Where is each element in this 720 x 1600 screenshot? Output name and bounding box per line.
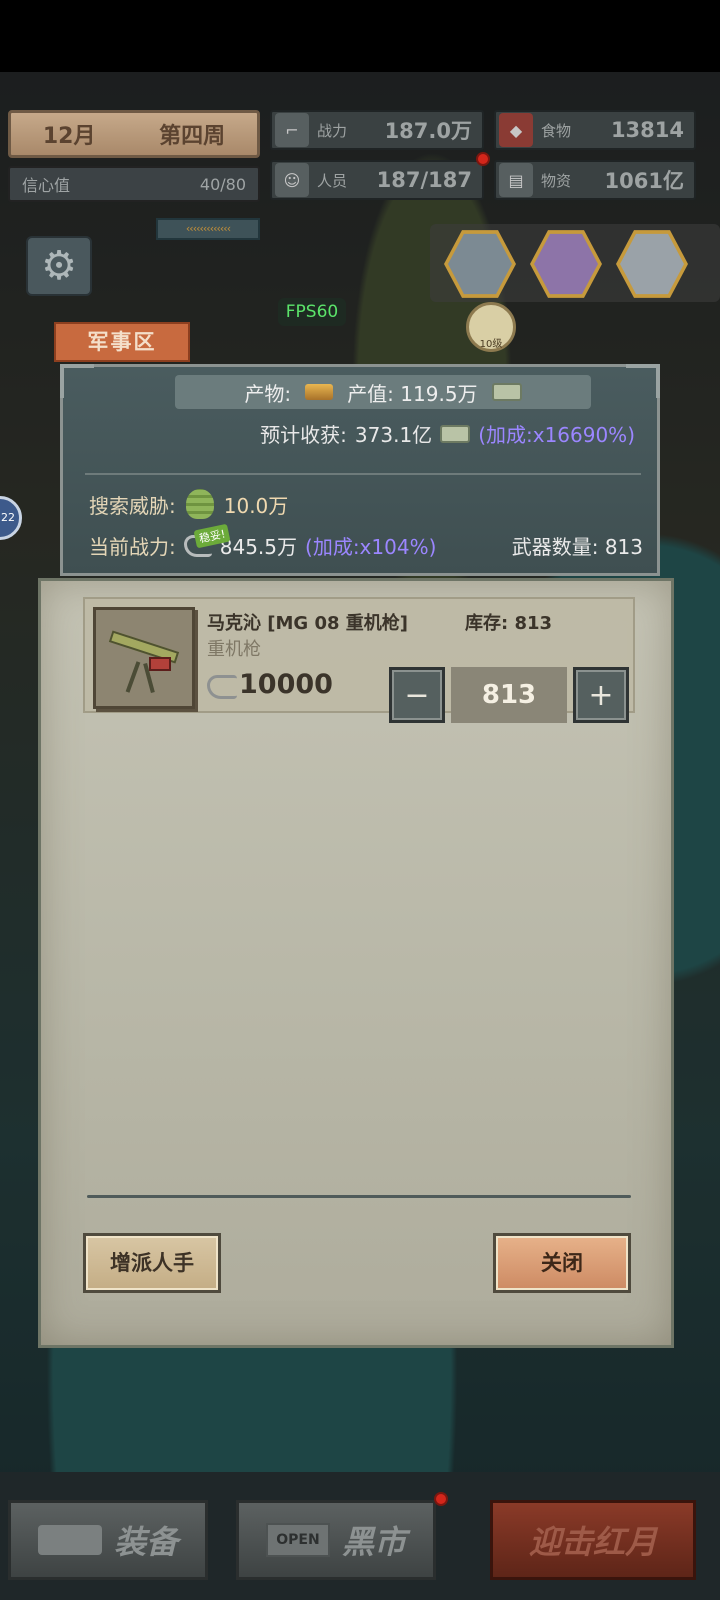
- threat-value: 10.0万: [223, 493, 289, 518]
- gear-icon: ⚙: [41, 243, 77, 289]
- food-value: 13814: [610, 118, 684, 142]
- increase-button[interactable]: +: [573, 667, 629, 723]
- portrait-building[interactable]: [444, 230, 516, 298]
- product-label: 产物:: [244, 381, 292, 406]
- weapon-power: 10000: [239, 669, 333, 700]
- cash-icon: [491, 383, 522, 401]
- gun-icon: [207, 675, 237, 699]
- portrait-hero-2[interactable]: [616, 230, 688, 298]
- date-panel: 12月 第四周: [8, 110, 260, 158]
- product-row: 产物: 产值: 119.5万: [175, 375, 591, 409]
- power-label: 战力: [317, 121, 348, 140]
- zone-title: 军事区: [54, 322, 190, 362]
- settings-button[interactable]: ⚙: [26, 236, 92, 296]
- cash-icon: [440, 424, 471, 443]
- bottom-nav: 装备 OPEN 黑市 迎击红月: [0, 1472, 720, 1600]
- rifle-icon: [37, 1525, 102, 1555]
- expected-bonus: (加成:x16690%): [478, 423, 635, 447]
- weapon-type: 重机枪: [207, 639, 261, 660]
- notification-dot: [434, 1492, 448, 1506]
- divider: [85, 473, 641, 475]
- faith-bar: 信心值 40/80: [8, 166, 260, 202]
- corner-decoration: [60, 364, 94, 398]
- expected-row: 预计收获: 373.1亿 (加成:x16690%): [260, 419, 635, 448]
- portrait-hero-1[interactable]: [530, 230, 602, 298]
- conveyor-decoration: ‹‹‹‹‹‹‹‹‹‹‹‹‹: [156, 218, 260, 240]
- weapon-name: 马克沁 [MG 08 重机枪]: [207, 613, 408, 634]
- output-label: 产值: 119.5万: [347, 381, 478, 406]
- current-power-label: 当前战力:: [89, 535, 176, 559]
- supplies-label: 物资: [541, 171, 572, 190]
- close-button[interactable]: 关闭: [493, 1233, 631, 1293]
- cash-icon: ▤: [499, 163, 533, 197]
- gun-icon: ⌐: [275, 113, 309, 147]
- corner-decoration: [626, 364, 660, 398]
- month-label: 12月: [42, 124, 96, 149]
- weapon-count: 武器数量: 813: [511, 535, 643, 559]
- power-row: 当前战力: 845.5万 (加成:x104%) 武器数量: 813: [89, 531, 643, 560]
- faith-value: 40/80: [199, 174, 246, 194]
- expected-label: 预计收获:: [260, 423, 347, 447]
- power-stat[interactable]: ⌐ 战力 187.0万: [270, 110, 484, 150]
- fps-counter: FPS60: [278, 298, 346, 326]
- meat-icon: ◆: [499, 113, 533, 147]
- notification-dot: [476, 152, 490, 166]
- weapon-card: 马克沁 [MG 08 重机枪] 库存: 813 重机枪 10000 − 813 …: [83, 597, 635, 723]
- equipment-button[interactable]: 装备: [8, 1500, 208, 1580]
- food-stat[interactable]: ◆ 食物 13814: [494, 110, 696, 150]
- person-icon: ☺: [275, 163, 309, 197]
- black-market-label: 黑市: [341, 1523, 406, 1561]
- expected-value: 373.1亿: [354, 423, 433, 447]
- zone-info-panel: 产物: 产值: 119.5万 预计收获: 373.1亿 (加成:x16690%)…: [60, 364, 660, 576]
- divider: [87, 1195, 631, 1198]
- people-stat[interactable]: ☺ 人员 187/187: [270, 160, 484, 200]
- current-power-value: 845.5万: [219, 535, 298, 559]
- black-market-button[interactable]: OPEN 黑市: [236, 1500, 436, 1580]
- mummy-icon: [185, 489, 214, 519]
- red-moon-button[interactable]: 迎击红月: [490, 1500, 696, 1580]
- quantity-value[interactable]: 813: [451, 667, 567, 723]
- gold-bar-icon: [305, 384, 334, 400]
- equipment-label: 装备: [113, 1523, 178, 1561]
- open-sign-icon: OPEN: [265, 1523, 330, 1557]
- weapon-stock: 库存: 813: [465, 613, 553, 634]
- current-power-bonus: (加成:x104%): [305, 535, 437, 559]
- weapon-assign-panel: 马克沁 [MG 08 重机枪] 库存: 813 重机枪 10000 − 813 …: [38, 578, 674, 1348]
- power-value: 187.0万: [384, 119, 472, 143]
- assign-staff-button[interactable]: 增派人手: [83, 1233, 221, 1293]
- threat-row: 搜索威胁: 10.0万: [89, 489, 288, 519]
- flag-level-badge[interactable]: 10级: [466, 302, 516, 352]
- food-label: 食物: [541, 121, 572, 140]
- hero-portraits: [430, 224, 720, 302]
- faith-label: 信心值: [22, 176, 71, 195]
- week-label: 第四周: [159, 124, 226, 149]
- threat-label: 搜索威胁:: [89, 493, 176, 518]
- supplies-stat[interactable]: ▤ 物资 1061亿: [494, 160, 696, 200]
- decrease-button[interactable]: −: [389, 667, 445, 723]
- people-value: 187/187: [376, 168, 472, 192]
- supplies-value: 1061亿: [604, 169, 684, 193]
- machine-gun-icon: [93, 607, 195, 709]
- red-moon-label: 迎击红月: [528, 1523, 657, 1561]
- top-hud: 12月 第四周 信心值 40/80 ⌐ 战力 187.0万 ◆ 食物 13814…: [0, 104, 720, 214]
- people-label: 人员: [317, 171, 348, 190]
